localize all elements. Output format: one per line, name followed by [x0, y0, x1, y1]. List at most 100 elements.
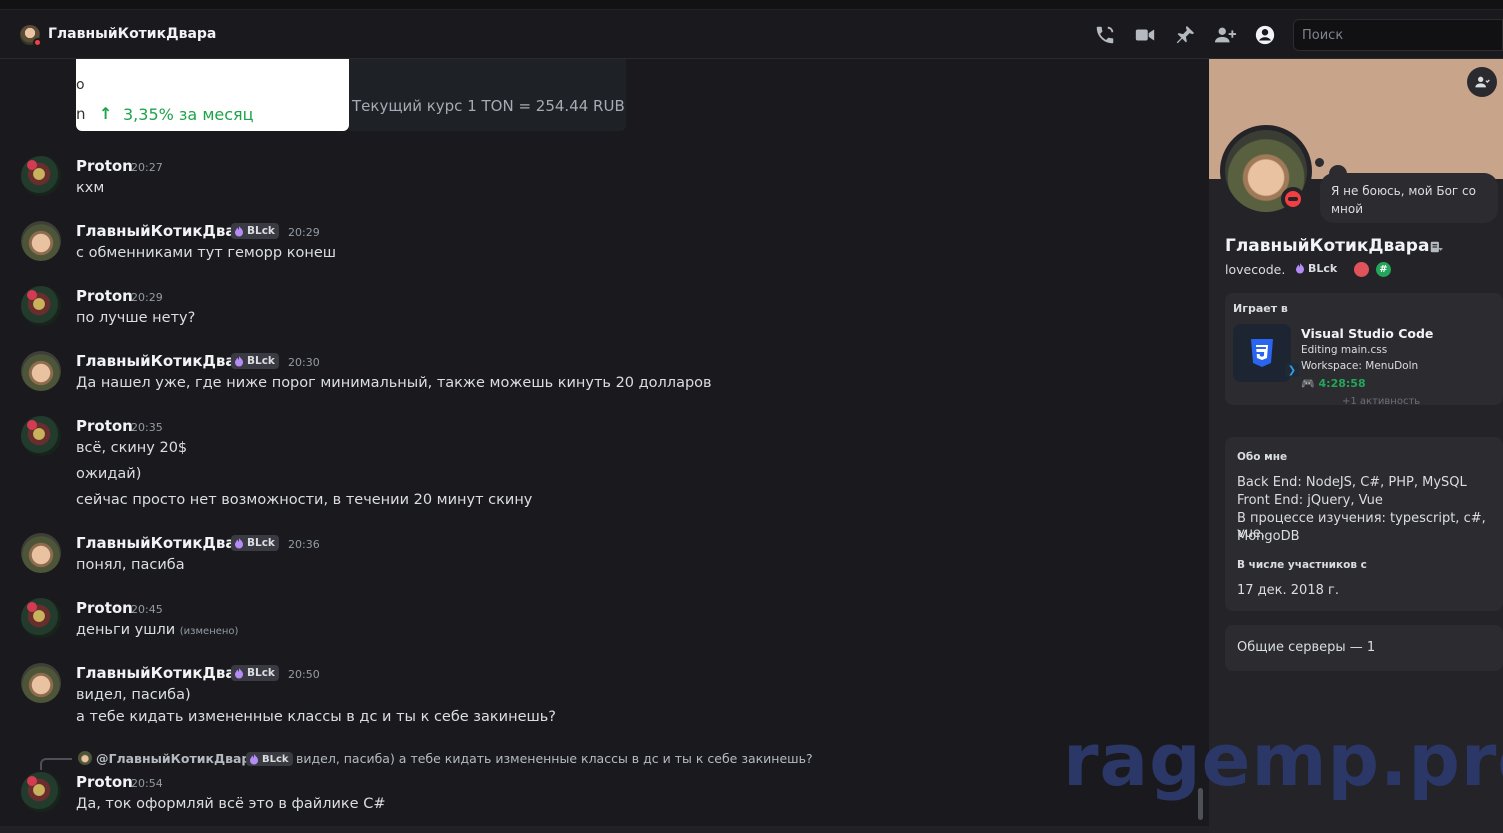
dnd-status-icon — [33, 38, 42, 47]
flame-icon — [1296, 263, 1304, 274]
message-text: кхм — [76, 180, 105, 196]
embed-text-line2: n — [76, 105, 86, 123]
friend-request-icon[interactable] — [1467, 67, 1497, 97]
message-author[interactable]: ГлавныйКотикДвара — [76, 352, 256, 370]
message-text: понял, пасиба — [76, 557, 185, 573]
hashtag-badge-icon[interactable]: # — [1376, 262, 1391, 277]
message-time: 20:45 — [131, 603, 163, 616]
message-text: деньги ушли (изменено) — [76, 622, 238, 638]
profile-display-name: ГлавныйКотикДвара — [1225, 236, 1430, 256]
avatar[interactable] — [21, 598, 61, 638]
avatar[interactable] — [21, 221, 61, 261]
message-text: а тебе кидать измененные классы в дс и т… — [76, 709, 556, 725]
message-time: 20:35 — [131, 421, 163, 434]
note-icon[interactable] — [1429, 239, 1443, 253]
about-line: MongoDB — [1237, 529, 1300, 544]
member-since-date: 17 дек. 2018 г. — [1237, 583, 1339, 598]
user-profile-icon[interactable] — [1254, 24, 1276, 46]
dnd-status-icon — [1281, 187, 1305, 211]
message-author[interactable]: Proton — [76, 157, 133, 175]
guild-tag[interactable]: BLck — [246, 752, 293, 766]
edited-label: (изменено) — [179, 626, 239, 637]
flame-icon — [235, 667, 243, 678]
guild-tag[interactable]: BLck — [231, 223, 279, 239]
profile-panel: Я не боюсь, мой Бог со мной ГлавныйКотик… — [1209, 59, 1503, 833]
status-bubble-dot — [1315, 158, 1324, 167]
guild-tag-label: BLck — [1308, 262, 1338, 275]
avatar[interactable] — [21, 663, 61, 703]
message-text: с обменниками тут геморр конеш — [76, 245, 337, 261]
message-author[interactable]: ГлавныйКотикДвара — [76, 664, 256, 682]
message-text: видел, пасиба) — [76, 687, 191, 703]
avatar[interactable] — [21, 351, 61, 391]
about-header: Обо мне — [1237, 451, 1288, 463]
activity-elapsed-value: 4:28:58 — [1318, 377, 1366, 390]
message-text: по лучше нету? — [76, 310, 196, 326]
activity-details: Editing main.css — [1301, 344, 1388, 356]
search-input[interactable] — [1302, 27, 1494, 43]
video-camera-icon[interactable] — [1134, 24, 1156, 46]
reply-avatar[interactable] — [78, 751, 92, 765]
message-text-content: деньги ушли — [76, 622, 176, 638]
watermark: ragemp.pro — [1063, 718, 1503, 802]
guild-tag-label: BLck — [247, 355, 275, 367]
flame-icon — [250, 753, 258, 764]
guild-tag[interactable]: BLck — [231, 665, 279, 681]
link-embed — [349, 59, 626, 131]
reply-preview[interactable]: видел, пасиба) а тебе кидать измененные … — [296, 751, 813, 766]
avatar[interactable] — [21, 156, 61, 196]
avatar[interactable] — [21, 416, 61, 456]
mutual-servers-label: Общие серверы — 1 — [1237, 640, 1376, 655]
message-author[interactable]: Proton — [76, 599, 133, 617]
activity-card: Играет в ❯ Visual Studio Code Editing ma… — [1225, 293, 1503, 405]
mutual-servers-button[interactable]: Общие серверы — 1 — [1225, 625, 1503, 671]
avatar[interactable] — [21, 772, 61, 812]
message-author[interactable]: ГлавныйКотикДвара — [76, 534, 256, 552]
activity-title: Visual Studio Code — [1301, 326, 1434, 341]
message-author[interactable]: ГлавныйКотикДвара — [76, 222, 256, 240]
flame-icon — [235, 225, 243, 236]
nitro-badge-icon[interactable] — [1354, 262, 1369, 277]
message-text: сейчас просто нет возможности, в течении… — [76, 492, 533, 508]
search-box[interactable] — [1293, 19, 1503, 51]
about-card: Обо мне Back End: NodeJS, C#, PHP, MySQL… — [1225, 437, 1503, 611]
message-time: 20:54 — [131, 777, 163, 790]
guild-tag[interactable]: BLck — [231, 535, 279, 551]
reply-author[interactable]: @ГлавныйКотикДвара — [96, 751, 259, 766]
message-time: 20:36 — [288, 538, 320, 551]
custom-status-bubble: Я не боюсь, мой Бог со мной — [1320, 173, 1498, 223]
message-time: 20:27 — [131, 161, 163, 174]
embed-text-line1: о — [76, 77, 85, 93]
message-author[interactable]: Proton — [76, 287, 133, 305]
embed-rate: Текущий курс 1 TON = 254.44 RUB — [352, 97, 625, 115]
message-author[interactable]: Proton — [76, 417, 133, 435]
guild-tag[interactable]: BLck — [1295, 262, 1337, 275]
member-since-header: В числе участников с — [1237, 559, 1367, 571]
profile-username: lovecode. — [1225, 262, 1286, 277]
css-file-icon — [1233, 324, 1291, 382]
guild-tag[interactable]: BLck — [231, 353, 279, 369]
message-text: ожидай) — [76, 466, 142, 482]
activity-elapsed: 🎮 4:28:58 — [1301, 377, 1366, 390]
message-time: 20:29 — [131, 291, 163, 304]
phone-call-icon[interactable] — [1094, 24, 1116, 46]
flame-icon — [235, 355, 243, 366]
guild-tag-label: BLck — [247, 667, 275, 679]
avatar[interactable] — [21, 533, 61, 573]
header-title: ГлавныйКотикДвара — [48, 26, 217, 42]
guild-tag-label: BLck — [262, 753, 289, 765]
pin-icon[interactable] — [1174, 24, 1196, 46]
reply-connector — [40, 758, 72, 770]
avatar[interactable] — [21, 286, 61, 326]
message-text: всё, скину 20$ — [76, 440, 188, 456]
composer-edge — [0, 826, 1209, 833]
more-activities-link[interactable]: +1 активность — [1342, 396, 1420, 407]
activity-state: Workspace: MenuDoln — [1301, 360, 1419, 372]
about-line: Front End: jQuery, Vue — [1237, 493, 1383, 508]
window-top-strip — [0, 0, 1503, 10]
guild-tag-label: BLck — [247, 537, 275, 549]
message-author[interactable]: Proton — [76, 773, 133, 791]
add-member-icon[interactable] — [1214, 24, 1236, 46]
channel-header: ГлавныйКотикДвара — [0, 10, 1503, 59]
message-text: Да, ток оформляй всё это в файлике C# — [76, 796, 386, 812]
